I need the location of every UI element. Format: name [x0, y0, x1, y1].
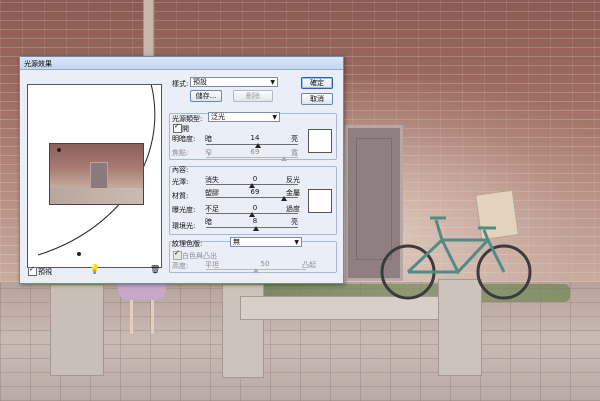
intensity-slider[interactable] — [206, 143, 298, 148]
exposure-slider[interactable] — [206, 212, 298, 217]
height-slider[interactable] — [206, 268, 306, 273]
preview-thumbnail — [49, 143, 144, 205]
ambience-color-swatch[interactable] — [308, 189, 332, 213]
white-high-checkbox[interactable] — [173, 249, 182, 260]
bicycle — [380, 216, 532, 300]
ambience-max-label: 亮 — [291, 218, 298, 226]
light-bulb-icon[interactable]: 💡 — [89, 265, 100, 275]
intensity-label: 明暗度: — [172, 135, 196, 143]
ambience-value: 8 — [252, 217, 258, 225]
chevron-down-icon: ▼ — [294, 239, 299, 246]
texture-channel-value: 無 — [233, 238, 240, 246]
height-value: 50 — [260, 260, 270, 268]
material-value: 69 — [250, 188, 260, 196]
material-slider[interactable] — [206, 196, 298, 201]
gloss-slider[interactable] — [206, 183, 298, 188]
height-slider-thumb[interactable] — [253, 268, 259, 273]
light-edge-handle[interactable] — [77, 252, 81, 256]
ambience-slider[interactable] — [206, 226, 298, 231]
person-legs — [130, 300, 154, 334]
intensity-max-label: 亮 — [291, 135, 298, 143]
texture-channel-label: 紋理色版: — [172, 240, 203, 248]
intensity-min-label: 暗 — [205, 135, 212, 143]
style-label: 樣式: — [172, 80, 189, 88]
preview-canvas[interactable] — [27, 84, 162, 268]
person-skirt — [118, 282, 166, 300]
trash-icon[interactable]: 🗑 — [150, 265, 160, 274]
save-style-button[interactable]: 儲存... — [190, 90, 222, 102]
style-select[interactable]: 預設 ▼ — [190, 77, 278, 87]
material-slider-thumb[interactable] — [280, 196, 287, 201]
dialog-titlebar[interactable]: 光源效果 — [20, 57, 343, 70]
ambience-min-label: 暗 — [205, 218, 212, 226]
focus-value: 69 — [250, 148, 260, 156]
preview-controls: 預視 💡 🗑 — [27, 265, 160, 279]
texture-channel-select[interactable]: 無 ▼ — [230, 237, 302, 247]
height-label: 高度: — [172, 262, 189, 270]
preview-checkbox[interactable] — [28, 265, 37, 276]
focus-label: 焦點: — [172, 149, 189, 157]
light-center-handle[interactable] — [57, 148, 61, 152]
style-select-value: 預設 — [193, 78, 207, 86]
lighting-effects-dialog: 光源效果 預視 💡 🗑 樣式: 預設▼ 儲存... 刪除 確定 取消 光源類型:… — [19, 56, 344, 284]
chevron-down-icon: ▼ — [272, 114, 277, 121]
bench-pillar-left — [50, 284, 104, 376]
dialog-title: 光源效果 — [24, 60, 52, 68]
material-label: 材質: — [172, 192, 189, 200]
gloss-value: 0 — [252, 175, 258, 183]
ok-button[interactable]: 確定 — [301, 77, 333, 89]
light-on-checkbox[interactable] — [173, 122, 182, 133]
delete-style-button[interactable]: 刪除 — [233, 90, 273, 102]
ambience-label: 環境光: — [172, 222, 196, 230]
gloss-label: 光澤: — [172, 178, 189, 186]
light-color-swatch[interactable] — [308, 129, 332, 153]
focus-slider[interactable] — [206, 156, 298, 161]
chevron-down-icon: ▼ — [270, 79, 275, 86]
cancel-button[interactable]: 取消 — [301, 93, 333, 105]
exposure-label: 曝光度: — [172, 206, 196, 214]
preview-label: 預視 — [38, 268, 52, 276]
intensity-value: 14 — [250, 134, 260, 142]
ambience-slider-thumb[interactable] — [252, 226, 259, 231]
properties-label: 內容: — [172, 166, 189, 174]
light-type-value: 泛光 — [211, 113, 225, 121]
light-on-label: 開 — [182, 125, 189, 133]
exposure-value: 0 — [252, 204, 258, 212]
light-type-select[interactable]: 泛光 ▼ — [208, 112, 280, 122]
focus-slider-thumb[interactable] — [280, 156, 287, 161]
